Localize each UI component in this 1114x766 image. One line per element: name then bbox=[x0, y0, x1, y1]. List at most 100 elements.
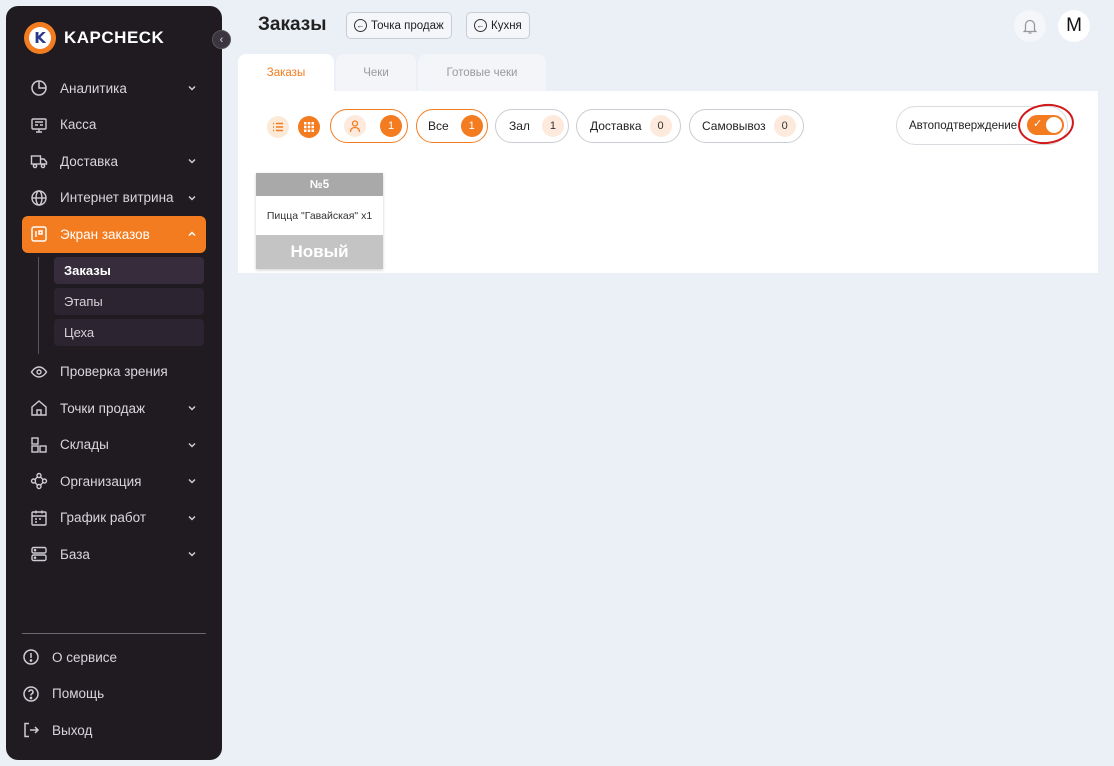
eye-icon bbox=[30, 363, 48, 381]
cash-register-icon bbox=[30, 116, 48, 134]
arrow-left-circle-icon: ← bbox=[354, 19, 367, 32]
info-icon bbox=[22, 648, 40, 666]
grid-view-button[interactable] bbox=[298, 116, 320, 138]
brand-logo-icon: K bbox=[24, 22, 56, 54]
sidebar-collapse-button[interactable]: ‹ bbox=[212, 30, 231, 49]
sidebar-item-label: Касса bbox=[60, 117, 97, 133]
filter-label: Зал bbox=[509, 119, 530, 133]
sidebar-item-analytics[interactable]: Аналитика bbox=[22, 70, 206, 107]
filter-count: 1 bbox=[541, 115, 564, 137]
tab-ready-receipts[interactable]: Готовые чеки bbox=[418, 54, 546, 91]
sidebar-item-about[interactable]: О сервисе bbox=[22, 639, 206, 676]
filter-chip-delivery[interactable]: Доставка 0 bbox=[576, 109, 681, 143]
chevron-down-icon bbox=[188, 405, 196, 411]
tabs: Заказы Чеки Готовые чеки bbox=[238, 54, 548, 91]
brand-mark: K bbox=[29, 27, 51, 49]
filter-count: 0 bbox=[773, 115, 796, 137]
sidebar-item-label: Экран заказов bbox=[60, 226, 150, 242]
user-avatar[interactable]: M bbox=[1058, 10, 1090, 42]
notifications-button[interactable] bbox=[1014, 10, 1046, 42]
sidebar-item-storefront[interactable]: Интернет витрина bbox=[22, 180, 206, 217]
list-icon bbox=[273, 122, 283, 132]
sidebar-item-label: Точки продаж bbox=[60, 400, 146, 416]
filter-count: 0 bbox=[649, 115, 672, 137]
sidebar-item-points-of-sale[interactable]: Точки продаж bbox=[22, 390, 206, 427]
kitchen-button[interactable]: ← Кухня bbox=[466, 12, 530, 39]
sidebar-item-organization[interactable]: Организация bbox=[22, 463, 206, 500]
sidebar-item-warehouses[interactable]: Склады bbox=[22, 427, 206, 464]
order-item: Пицца "Гавайская" x1 bbox=[266, 209, 373, 222]
filter-chip-my-orders[interactable]: 1 bbox=[330, 109, 408, 143]
chevron-down-icon bbox=[188, 85, 196, 91]
globe-icon bbox=[30, 189, 48, 207]
chevron-up-icon bbox=[188, 231, 196, 237]
home-icon bbox=[30, 399, 48, 417]
order-screen-icon bbox=[30, 225, 48, 243]
sidebar-item-label: Выход bbox=[52, 722, 93, 738]
analytics-icon bbox=[30, 79, 48, 97]
sidebar-item-database[interactable]: База bbox=[22, 536, 206, 573]
chevron-down-icon bbox=[188, 195, 196, 201]
calendar-icon bbox=[30, 509, 48, 527]
chevron-down-icon bbox=[188, 442, 196, 448]
sidebar-item-vision-check[interactable]: Проверка зрения bbox=[22, 354, 206, 391]
auto-confirm-label: Автоподтверждение bbox=[909, 119, 1018, 132]
order-card[interactable]: №5 Пицца "Гавайская" x1 Новый bbox=[256, 173, 383, 269]
filter-label: Все bbox=[428, 119, 449, 133]
organization-icon bbox=[30, 472, 48, 490]
arrow-left-circle-icon: ← bbox=[474, 19, 487, 32]
chevron-down-icon bbox=[188, 158, 196, 164]
chevron-down-icon bbox=[188, 551, 196, 557]
sidebar-item-label: Интернет витрина bbox=[60, 190, 174, 206]
point-of-sale-button[interactable]: ← Точка продаж bbox=[346, 12, 452, 39]
bell-icon bbox=[1022, 19, 1038, 34]
submenu-item-stages[interactable]: Этапы bbox=[54, 287, 204, 315]
tab-receipts[interactable]: Чеки bbox=[336, 54, 416, 91]
sidebar-item-label: Доставка bbox=[60, 153, 118, 169]
truck-icon bbox=[30, 152, 48, 170]
sidebar-bottom-nav: О сервисе Помощь Выход bbox=[22, 639, 206, 749]
database-icon bbox=[30, 545, 48, 563]
sidebar-item-label: Помощь bbox=[52, 686, 105, 702]
filter-chip-all[interactable]: Все 1 bbox=[416, 109, 488, 143]
sidebar-divider bbox=[22, 633, 206, 634]
order-screen-submenu: Заказы Этапы Цеха bbox=[38, 253, 206, 354]
chevron-left-icon: ‹ bbox=[219, 33, 224, 46]
tab-orders[interactable]: Заказы bbox=[238, 54, 334, 91]
sidebar-item-order-screen[interactable]: Экран заказов bbox=[22, 216, 206, 253]
warehouse-icon bbox=[30, 436, 48, 454]
sidebar-item-help[interactable]: Помощь bbox=[22, 676, 206, 713]
submenu-item-workshops[interactable]: Цеха bbox=[54, 318, 204, 346]
filter-count: 1 bbox=[380, 115, 402, 137]
person-icon bbox=[344, 115, 366, 137]
sidebar-item-cash[interactable]: Касса bbox=[22, 107, 206, 144]
sidebar-item-schedule[interactable]: График работ bbox=[22, 500, 206, 537]
grid-icon bbox=[304, 122, 314, 132]
button-label: Кухня bbox=[491, 19, 522, 32]
order-number: №5 bbox=[256, 173, 383, 196]
submenu-item-orders[interactable]: Заказы bbox=[54, 256, 204, 284]
brand-logo[interactable]: K KAPCHECK bbox=[24, 22, 164, 54]
filter-count: 1 bbox=[460, 115, 483, 137]
filter-chip-pickup[interactable]: Самовывоз 0 bbox=[689, 109, 804, 143]
sidebar: K KAPCHECK ‹ Аналитика Касса Доставка Ин… bbox=[6, 6, 231, 760]
list-view-button[interactable] bbox=[267, 116, 289, 138]
sidebar-item-label: Организация bbox=[60, 473, 142, 489]
sidebar-item-label: Проверка зрения bbox=[60, 364, 168, 380]
chevron-down-icon bbox=[188, 515, 196, 521]
submenu-line bbox=[38, 256, 39, 354]
sidebar-nav: Аналитика Касса Доставка Интернет витрин… bbox=[22, 70, 206, 573]
sidebar-item-delivery[interactable]: Доставка bbox=[22, 143, 206, 180]
page-title: Заказы bbox=[258, 14, 327, 35]
filter-chip-hall[interactable]: Зал 1 bbox=[495, 109, 569, 143]
sidebar-item-label: О сервисе bbox=[52, 649, 117, 665]
filter-label: Доставка bbox=[590, 119, 642, 133]
sidebar-item-label: База bbox=[60, 546, 90, 562]
brand-name: KAPCHECK bbox=[64, 28, 165, 47]
button-label: Точка продаж bbox=[371, 19, 444, 32]
sidebar-item-label: График работ bbox=[60, 510, 147, 526]
sidebar-item-label: Склады bbox=[60, 437, 109, 453]
sidebar-item-label: Аналитика bbox=[60, 80, 127, 96]
order-status[interactable]: Новый bbox=[256, 235, 383, 269]
sidebar-item-logout[interactable]: Выход bbox=[22, 712, 206, 749]
